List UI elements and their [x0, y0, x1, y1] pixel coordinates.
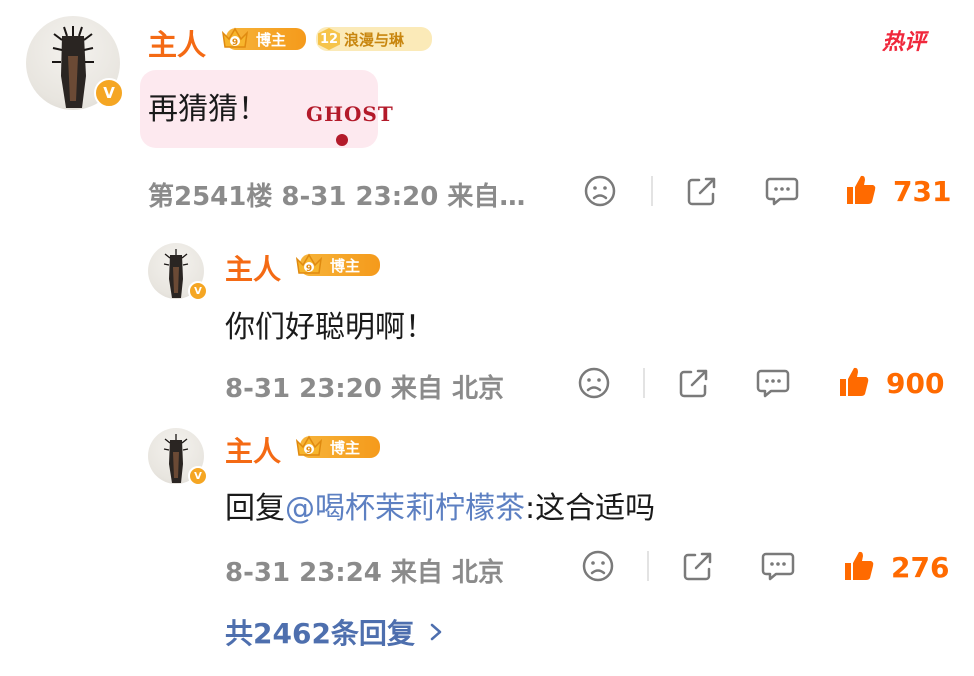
- hot-comment-label: 热评: [882, 30, 927, 55]
- author-name[interactable]: 主人: [225, 248, 281, 288]
- blogger-badge[interactable]: 9 博主: [295, 435, 380, 458]
- comment-icon[interactable]: [760, 549, 796, 583]
- like-count: 731: [893, 175, 952, 208]
- reply-text: 回复@喝杯茉莉柠檬茶:这合适吗: [225, 483, 655, 527]
- verified-v-icon: V: [188, 281, 208, 301]
- ghost-sticker: GHOST: [306, 102, 393, 152]
- thumb-up-icon[interactable]: [836, 364, 872, 400]
- svg-text:9: 9: [306, 264, 312, 274]
- verified-v-icon: V: [94, 78, 124, 108]
- sad-face-icon[interactable]: [581, 549, 615, 583]
- crown-level-icon: 9: [295, 435, 323, 456]
- blogger-badge-label: 博主: [330, 256, 361, 275]
- comment-meta: 第2541楼 8-31 23:20 来自…: [148, 182, 526, 212]
- svg-text:9: 9: [232, 38, 238, 48]
- blogger-badge[interactable]: 9 博主: [295, 253, 380, 276]
- user-mention-link[interactable]: @喝杯茉莉柠檬茶: [285, 491, 525, 526]
- reply-avatar[interactable]: V: [148, 243, 208, 301]
- blogger-badge[interactable]: 9 博主: [221, 27, 306, 50]
- blogger-badge-label: 博主: [256, 30, 287, 49]
- reply-avatar[interactable]: V: [148, 428, 208, 486]
- blogger-badge-label: 博主: [330, 438, 361, 457]
- like-count: 900: [886, 367, 945, 400]
- comment-icon[interactable]: [764, 174, 800, 208]
- fan-level-icon: 12: [318, 28, 340, 50]
- divider: [647, 551, 649, 581]
- like-count: 276: [891, 551, 950, 584]
- share-icon[interactable]: [681, 549, 715, 583]
- reply-meta: 8-31 23:20 来自 北京: [225, 374, 504, 404]
- share-icon[interactable]: [685, 174, 719, 208]
- more-replies-link[interactable]: 共2462条回复: [225, 612, 447, 652]
- sad-face-icon[interactable]: [577, 366, 611, 400]
- comment-text: 再猜猜！: [148, 92, 268, 127]
- author-name[interactable]: 主人: [225, 430, 281, 470]
- thumb-up-icon[interactable]: [841, 548, 877, 584]
- comment-icon[interactable]: [755, 366, 791, 400]
- reply-body: :这合适吗: [525, 491, 656, 526]
- share-icon[interactable]: [677, 366, 711, 400]
- crown-level-icon: 9: [221, 27, 249, 48]
- verified-v-icon: V: [188, 466, 208, 486]
- svg-text:9: 9: [306, 446, 312, 456]
- reply-prefix: 回复: [225, 491, 285, 526]
- crown-level-icon: 9: [295, 253, 323, 274]
- divider: [651, 176, 653, 206]
- fan-badge[interactable]: 12 浪漫与琳: [316, 27, 432, 51]
- author-name[interactable]: 主人: [148, 22, 206, 64]
- sad-face-icon[interactable]: [583, 174, 617, 208]
- divider: [643, 368, 645, 398]
- reply-text: 你们好聪明啊！: [225, 310, 435, 345]
- thumb-up-icon[interactable]: [843, 172, 879, 208]
- fan-badge-label: 浪漫与琳: [344, 30, 405, 49]
- reply-meta: 8-31 23:24 来自 北京: [225, 558, 504, 588]
- chevron-right-icon: [430, 623, 442, 641]
- sticker-label: GHOST: [306, 102, 394, 126]
- avatar[interactable]: V: [26, 16, 124, 110]
- sticker-dot-icon: [336, 134, 348, 146]
- more-replies-label: 共2462条回复: [225, 617, 415, 650]
